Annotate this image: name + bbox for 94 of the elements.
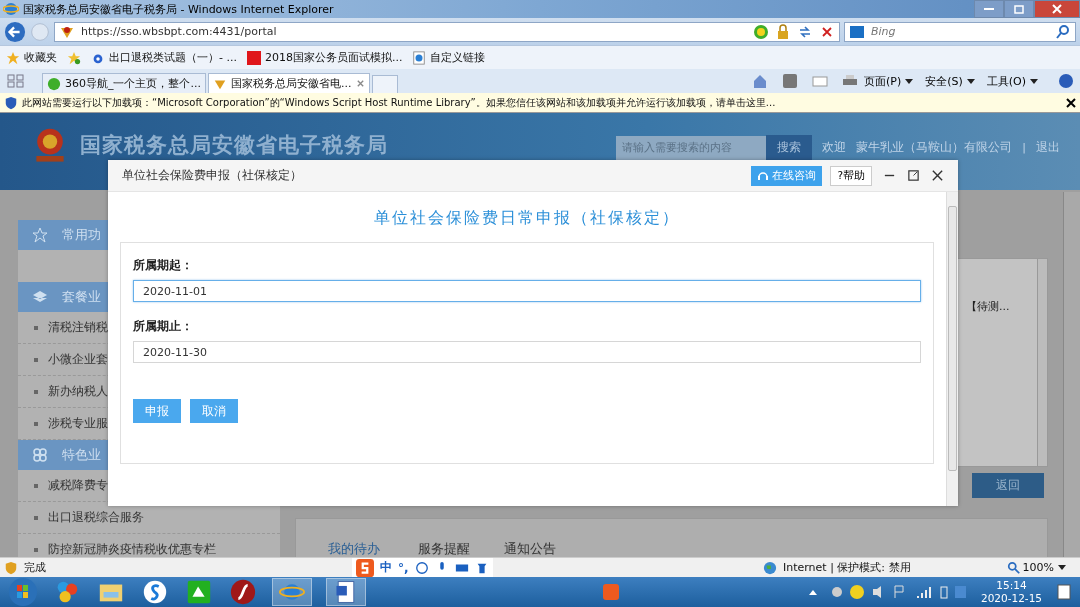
notification-icon[interactable] xyxy=(1056,584,1072,600)
search-provider-icon[interactable] xyxy=(849,23,865,40)
page-icon[interactable] xyxy=(412,50,427,65)
command-menu[interactable]: 安全(S) xyxy=(921,73,967,89)
site-title: 国家税务总局安徽省电子税务局 xyxy=(80,131,388,159)
globe-icon xyxy=(762,560,777,575)
clock-time[interactable]: 15:14 xyxy=(996,579,1027,592)
start-button[interactable] xyxy=(8,577,38,607)
field-label: 所属期止： xyxy=(133,318,194,335)
favorite-link[interactable]: 2018国家公务员面试模拟... xyxy=(264,50,403,65)
date-field[interactable]: 2020-11-01 xyxy=(133,280,921,302)
search-button[interactable]: 搜索 xyxy=(766,134,813,161)
favorite-link[interactable]: 出口退税类试题（一）- ... xyxy=(109,50,237,65)
quick-tabs-icon[interactable] xyxy=(6,72,26,90)
minimize-icon xyxy=(984,8,994,10)
company-name: 蒙牛乳业（马鞍山）有限公司 xyxy=(856,140,1013,155)
caret-icon[interactable] xyxy=(905,78,914,84)
minimize-button[interactable] xyxy=(974,0,1004,18)
pending-item[interactable]: 【待测... xyxy=(966,300,1010,313)
compatibility-icon[interactable] xyxy=(753,23,769,40)
clock-date[interactable]: 2020-12-15 xyxy=(980,592,1042,605)
status-text: 完成 xyxy=(24,560,46,575)
content-tab[interactable]: 通知公告 xyxy=(504,541,556,557)
date-field[interactable]: 2020-11-30 xyxy=(133,341,921,363)
smiley-icon[interactable] xyxy=(414,560,429,575)
lock-icon[interactable] xyxy=(775,23,791,40)
close-icon xyxy=(1052,4,1062,14)
caret-icon[interactable] xyxy=(966,78,975,84)
maximize-icon xyxy=(1014,4,1024,14)
favorites-button[interactable]: 收藏夹 xyxy=(24,50,57,65)
layers-icon xyxy=(32,289,48,305)
ime-mode-button[interactable]: °, xyxy=(398,560,409,575)
window-title: 国家税务总局安徽省电子税务局 - Windows Internet Explorer xyxy=(23,1,334,17)
sidebar-item[interactable]: 新办纳税人 xyxy=(48,384,108,399)
bullet-icon xyxy=(34,421,38,426)
close-button[interactable] xyxy=(1034,0,1080,18)
close-icon[interactable] xyxy=(931,169,944,182)
bullet-icon xyxy=(34,357,38,362)
sidebar-item[interactable]: 防控新冠肺炎疫情税收优惠专栏 xyxy=(48,542,216,557)
headset-icon xyxy=(757,169,770,182)
sidebar-item[interactable]: 减税降费专 xyxy=(48,478,108,493)
close-tab-icon[interactable] xyxy=(355,79,365,88)
ime-mode-button[interactable]: 中 xyxy=(380,559,392,576)
close-icon[interactable] xyxy=(1066,97,1076,108)
separator: | xyxy=(1022,141,1026,154)
shield-icon xyxy=(4,560,18,575)
sidebar-item[interactable]: 涉税专业服 xyxy=(48,416,108,431)
scrollbar[interactable] xyxy=(1063,192,1080,557)
flash-icon[interactable] xyxy=(228,578,258,606)
bullet-icon xyxy=(34,483,38,488)
back-icon[interactable] xyxy=(4,20,26,43)
scrollbar[interactable] xyxy=(1037,259,1047,466)
command-menu[interactable]: 页面(P) xyxy=(859,73,906,89)
bullet-icon xyxy=(34,325,38,330)
address-bar[interactable]: https://sso.wbsbpt.com:4431/portal xyxy=(54,21,840,42)
sidebar-item[interactable]: 清税注销税 xyxy=(48,320,108,335)
maximize-icon[interactable] xyxy=(907,169,920,182)
sidebar-item[interactable]: 出口退税综合服务 xyxy=(48,510,144,525)
caret-icon[interactable] xyxy=(1058,565,1066,570)
refresh-icon[interactable] xyxy=(797,23,813,40)
clover-icon xyxy=(32,447,48,463)
dialog-title: 单位社会保险费申报（社保核定） xyxy=(122,168,302,183)
bullet-icon xyxy=(34,389,38,394)
back-button[interactable]: 返回 xyxy=(972,473,1044,498)
form-heading: 单位社会保险费日常申报（社保核定） xyxy=(373,207,681,229)
zoom-icon[interactable] xyxy=(1006,560,1021,575)
add-favorite-icon[interactable] xyxy=(67,50,81,65)
field-label: 所属期起： xyxy=(133,257,194,274)
star-icon xyxy=(32,227,48,243)
bullet-icon xyxy=(34,515,38,520)
browser-logo-icon xyxy=(3,1,19,17)
bullet-icon xyxy=(34,547,38,552)
star-icon[interactable] xyxy=(6,50,20,65)
ime-logo-icon[interactable] xyxy=(356,558,374,577)
browser-tab[interactable]: 360导航_一个主页，整个... xyxy=(42,73,206,93)
zoom-level[interactable]: 100% xyxy=(1022,561,1054,574)
security-zone: Internet | 保护模式: 禁用 xyxy=(782,560,911,575)
maximize-button[interactable] xyxy=(1004,0,1034,18)
site-icon[interactable] xyxy=(246,50,261,65)
search-icon[interactable] xyxy=(1055,23,1071,40)
command-menu[interactable]: 工具(O) xyxy=(982,73,1030,89)
sidebar-item[interactable]: 小微企业套 xyxy=(48,352,108,367)
favorite-link[interactable]: 自定义链接 xyxy=(430,50,486,65)
caret-icon[interactable] xyxy=(1030,78,1038,84)
document-icon[interactable] xyxy=(326,578,366,606)
browser-tab[interactable]: 国家税务总局安徽省电... xyxy=(208,73,370,93)
search-field[interactable]: Bing xyxy=(844,21,1076,42)
welcome-text: 欢迎 xyxy=(822,140,847,155)
tray-icons[interactable] xyxy=(806,584,967,600)
help-button[interactable]: ?帮助 xyxy=(830,165,872,186)
shield-icon xyxy=(4,95,18,110)
site-icon xyxy=(47,76,61,91)
content-tab[interactable]: 服务提醒 xyxy=(418,541,470,557)
home-icon[interactable] xyxy=(751,73,768,89)
